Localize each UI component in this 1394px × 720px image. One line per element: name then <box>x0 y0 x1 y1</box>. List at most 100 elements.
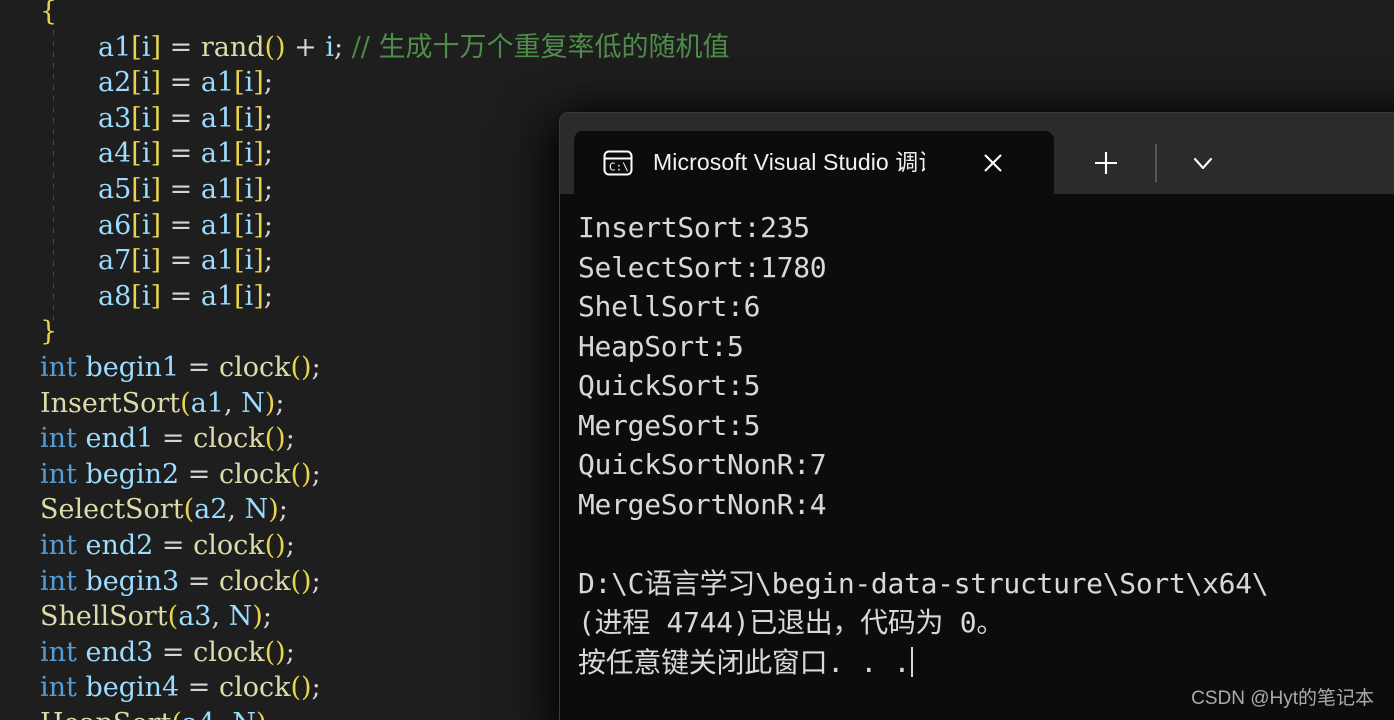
code-token: end1 <box>85 423 154 455</box>
code-token: a4 <box>182 708 215 720</box>
code-token: ] <box>150 173 162 205</box>
terminal-cursor <box>911 646 914 677</box>
code-token: a1 <box>200 102 235 134</box>
code-token: () <box>290 565 312 597</box>
code-token: int <box>40 458 77 490</box>
code-token: clock <box>219 672 291 704</box>
code-token: [ <box>234 102 245 134</box>
code-token: [ <box>234 138 245 170</box>
code-token: i <box>325 31 335 63</box>
code-token: = <box>161 173 201 205</box>
code-token: , <box>227 494 245 526</box>
code-token: ( <box>171 708 182 720</box>
code-token: clock <box>219 351 291 383</box>
chevron-down-icon[interactable] <box>1185 145 1221 181</box>
terminal-tab[interactable]: C:\ Microsoft Visual Studio 调试挖 <box>574 131 1054 195</box>
code-token: ] <box>253 173 264 205</box>
code-token: ] <box>150 31 162 63</box>
code-token: ( <box>183 494 195 526</box>
code-token: ] <box>253 102 264 134</box>
code-token: int <box>40 565 77 597</box>
code-token: a3 <box>98 102 132 134</box>
code-token: ; <box>263 138 273 170</box>
terminal-line: MergeSortNonR:4 <box>578 487 827 521</box>
code-token: ] <box>253 280 264 312</box>
terminal-tab-title: Microsoft Visual Studio 调试挖 <box>653 150 925 175</box>
code-token: begin3 <box>85 565 180 597</box>
code-token: = <box>179 351 220 383</box>
terminal-line: QuickSortNonR:7 <box>578 448 827 481</box>
code-token: [ <box>234 173 245 205</box>
code-token: a1 <box>200 280 235 312</box>
code-token: a1 <box>190 387 224 419</box>
windows-terminal-window[interactable]: C:\ Microsoft Visual Studio 调试挖 Inser <box>559 112 1394 720</box>
close-icon[interactable] <box>976 146 1010 180</box>
code-token: = <box>161 31 201 63</box>
code-token: = <box>153 529 194 561</box>
code-token: + <box>285 31 326 63</box>
csdn-watermark: CSDN @Hyt的笔记本 <box>1191 688 1374 709</box>
code-token: = <box>179 458 220 490</box>
terminal-line: MergeSort:5 <box>578 408 761 442</box>
svg-text:C:\: C:\ <box>609 161 629 174</box>
code-token: [ <box>234 209 245 241</box>
code-token: begin4 <box>85 672 180 704</box>
code-token: [ <box>131 280 142 312</box>
code-token: () <box>290 458 312 490</box>
code-token: [ <box>234 67 245 99</box>
plus-icon[interactable] <box>1088 145 1124 181</box>
code-token: ] <box>253 209 264 241</box>
code-token: ] <box>150 245 162 277</box>
code-token: a1 <box>200 209 235 241</box>
code-token: { <box>40 0 58 27</box>
terminal-title-bar[interactable]: C:\ Microsoft Visual Studio 调试挖 <box>559 112 1394 195</box>
code-token: a4 <box>98 138 132 170</box>
code-token: int <box>40 351 77 383</box>
code-token: ] <box>150 102 162 134</box>
code-token: a5 <box>98 173 132 205</box>
code-token: ; <box>334 31 352 63</box>
code-token: a1 <box>200 173 235 205</box>
code-token: end2 <box>85 529 154 561</box>
code-token: = <box>179 565 220 597</box>
code-token: ; <box>278 494 288 526</box>
code-token: HeapSort <box>40 708 171 720</box>
code-token: ; <box>267 708 276 720</box>
code-token: () <box>264 31 286 63</box>
code-token: N <box>228 601 253 633</box>
terminal-line: InsertSort:235 <box>578 211 810 244</box>
code-token: ; <box>263 245 273 277</box>
code-token: ] <box>253 138 264 170</box>
code-token: a1 <box>200 138 235 170</box>
code-token: = <box>161 67 201 99</box>
code-token: [ <box>131 138 142 170</box>
code-token: SelectSort <box>40 494 184 526</box>
code-token: int <box>40 636 77 668</box>
code-token: ) <box>256 708 267 720</box>
terminal-line: D:\C语言学习\begin-data-structure\Sort\x64\ <box>578 566 1269 600</box>
code-token: ] <box>150 138 162 170</box>
code-token: ) <box>268 494 279 526</box>
code-token: ; <box>311 565 321 597</box>
code-line: { <box>0 0 1394 30</box>
code-token: , <box>211 601 229 633</box>
code-token: [ <box>131 67 142 99</box>
code-token: [ <box>131 173 142 205</box>
code-token: = <box>179 672 220 704</box>
code-token: N <box>244 494 269 526</box>
code-token: ; <box>285 636 295 668</box>
code-token: = <box>161 245 201 277</box>
code-token: [ <box>131 102 142 134</box>
code-line: a1[i] = rand() + i; // 生成十万个重复率低的随机值 <box>0 30 1394 66</box>
terminal-output[interactable]: InsertSort:235 SelectSort:1780 ShellSort:6… <box>559 194 1394 720</box>
code-token: a3 <box>178 601 212 633</box>
code-token: clock <box>193 529 265 561</box>
code-token: ; <box>263 280 273 312</box>
code-token: i <box>244 138 254 170</box>
code-token: a7 <box>98 245 132 277</box>
code-token: a8 <box>98 280 132 312</box>
code-token: i <box>244 280 254 312</box>
code-token: [ <box>234 280 245 312</box>
code-token: ] <box>150 280 162 312</box>
